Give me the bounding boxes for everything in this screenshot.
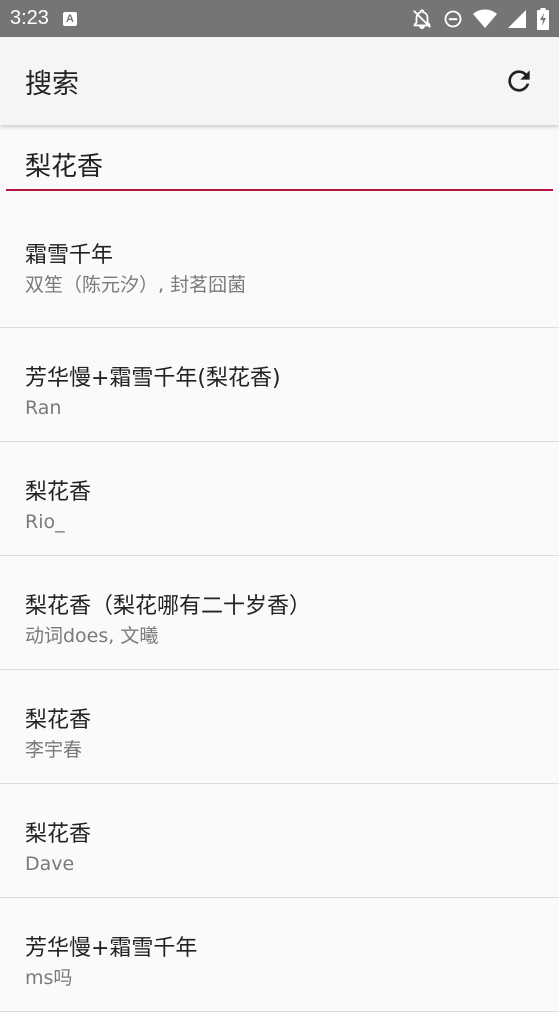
result-artist: Rio_ — [25, 511, 65, 533]
list-item[interactable]: 梨花香 Rio_ — [0, 442, 559, 556]
wifi-icon — [473, 9, 497, 29]
list-item[interactable]: 芳华慢+霜雪千年(梨花香) Ran — [0, 328, 559, 442]
result-title: 霜雪千年 — [25, 243, 114, 268]
result-title: 芳华慢+霜雪千年 — [25, 936, 198, 961]
refresh-icon — [508, 70, 530, 92]
notifications-off-icon — [411, 8, 433, 30]
app-bar: 搜索 — [0, 37, 559, 125]
search-bar — [0, 125, 559, 203]
result-artist: 李宇春 — [25, 739, 83, 761]
result-artist: Dave — [25, 853, 75, 875]
cellular-signal-icon — [507, 9, 527, 29]
result-title: 梨花香（梨花哪有二十岁香） — [25, 594, 312, 619]
list-item[interactable]: 梨花香 Dave — [0, 784, 559, 898]
result-title: 梨花香 — [25, 708, 92, 733]
refresh-button[interactable] — [499, 61, 539, 101]
result-artist: Ran — [25, 397, 62, 419]
list-item[interactable]: 霜雪千年 双笙（陈元汐）, 封茗囧菌 — [0, 203, 559, 328]
battery-icon — [537, 7, 549, 30]
list-item[interactable]: 梨花香（梨花哪有二十岁香） 动词does, 文曦 — [0, 556, 559, 670]
notification-app-icon: A — [62, 11, 77, 26]
result-title: 梨花香 — [25, 822, 92, 847]
search-input[interactable] — [6, 149, 553, 191]
do-not-disturb-icon — [443, 9, 463, 29]
result-title: 芳华慢+霜雪千年(梨花香) — [25, 366, 281, 391]
page-title: 搜索 — [25, 68, 79, 100]
results-list: 霜雪千年 双笙（陈元汐）, 封茗囧菌 芳华慢+霜雪千年(梨花香) Ran 梨花香… — [0, 203, 559, 1012]
list-item[interactable]: 梨花香 李宇春 — [0, 670, 559, 784]
result-artist: ms吗 — [25, 967, 73, 989]
status-time: 3:23 — [10, 7, 49, 29]
result-title: 梨花香 — [25, 480, 92, 505]
result-artist: 动词does, 文曦 — [25, 625, 159, 647]
result-artist: 双笙（陈元汐）, 封茗囧菌 — [25, 274, 247, 296]
status-bar: 3:23 A — [0, 0, 559, 37]
